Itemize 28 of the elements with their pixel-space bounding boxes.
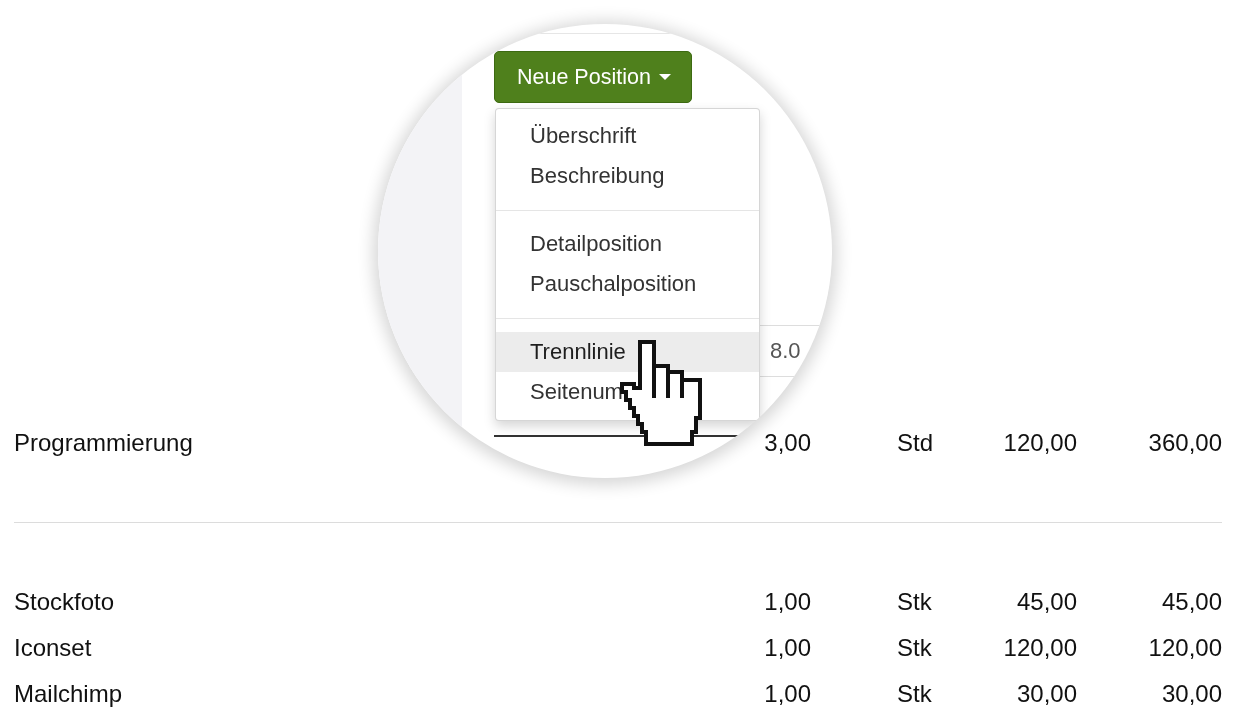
new-position-button[interactable]: Neue Position	[494, 51, 692, 103]
table-cell: Stockfoto	[14, 590, 115, 614]
menu-item[interactable]: Trennlinie	[496, 332, 759, 372]
menu-item[interactable]: Pauschalposition	[496, 264, 759, 304]
table-cell: Stk	[897, 590, 932, 614]
table-cell: 360,00	[1148, 431, 1222, 455]
table-cell: Stk	[897, 682, 932, 706]
table-cell: 120,00	[1003, 636, 1077, 660]
table-cell: Iconset	[14, 636, 92, 660]
table-cell: 30,00	[1161, 682, 1222, 706]
table-cell: 30,00	[1016, 682, 1077, 706]
caret-icon	[658, 74, 671, 80]
table-cell: Programmierung	[14, 431, 193, 455]
table-cell: Std	[897, 431, 934, 455]
table-cell: Mailchimp	[14, 682, 123, 706]
table-cell: 45,00	[1016, 590, 1077, 614]
value-text: 8.0	[770, 338, 801, 364]
table-cell: 120,00	[1003, 431, 1077, 455]
table-cell: 120,00	[1148, 636, 1222, 660]
table-cell: 1,00	[764, 636, 811, 660]
table-cell: 45,00	[1161, 590, 1222, 614]
menu-item[interactable]: Überschrift	[496, 116, 759, 156]
table-cell: Stk	[897, 636, 932, 660]
table-cell: 3,00	[764, 431, 811, 455]
menu-item[interactable]: Detailposition	[496, 224, 759, 264]
menu-item[interactable]: Beschreibung	[496, 156, 759, 196]
table-cell: 1,00	[764, 590, 811, 614]
table-cell: 1,00	[764, 682, 811, 706]
